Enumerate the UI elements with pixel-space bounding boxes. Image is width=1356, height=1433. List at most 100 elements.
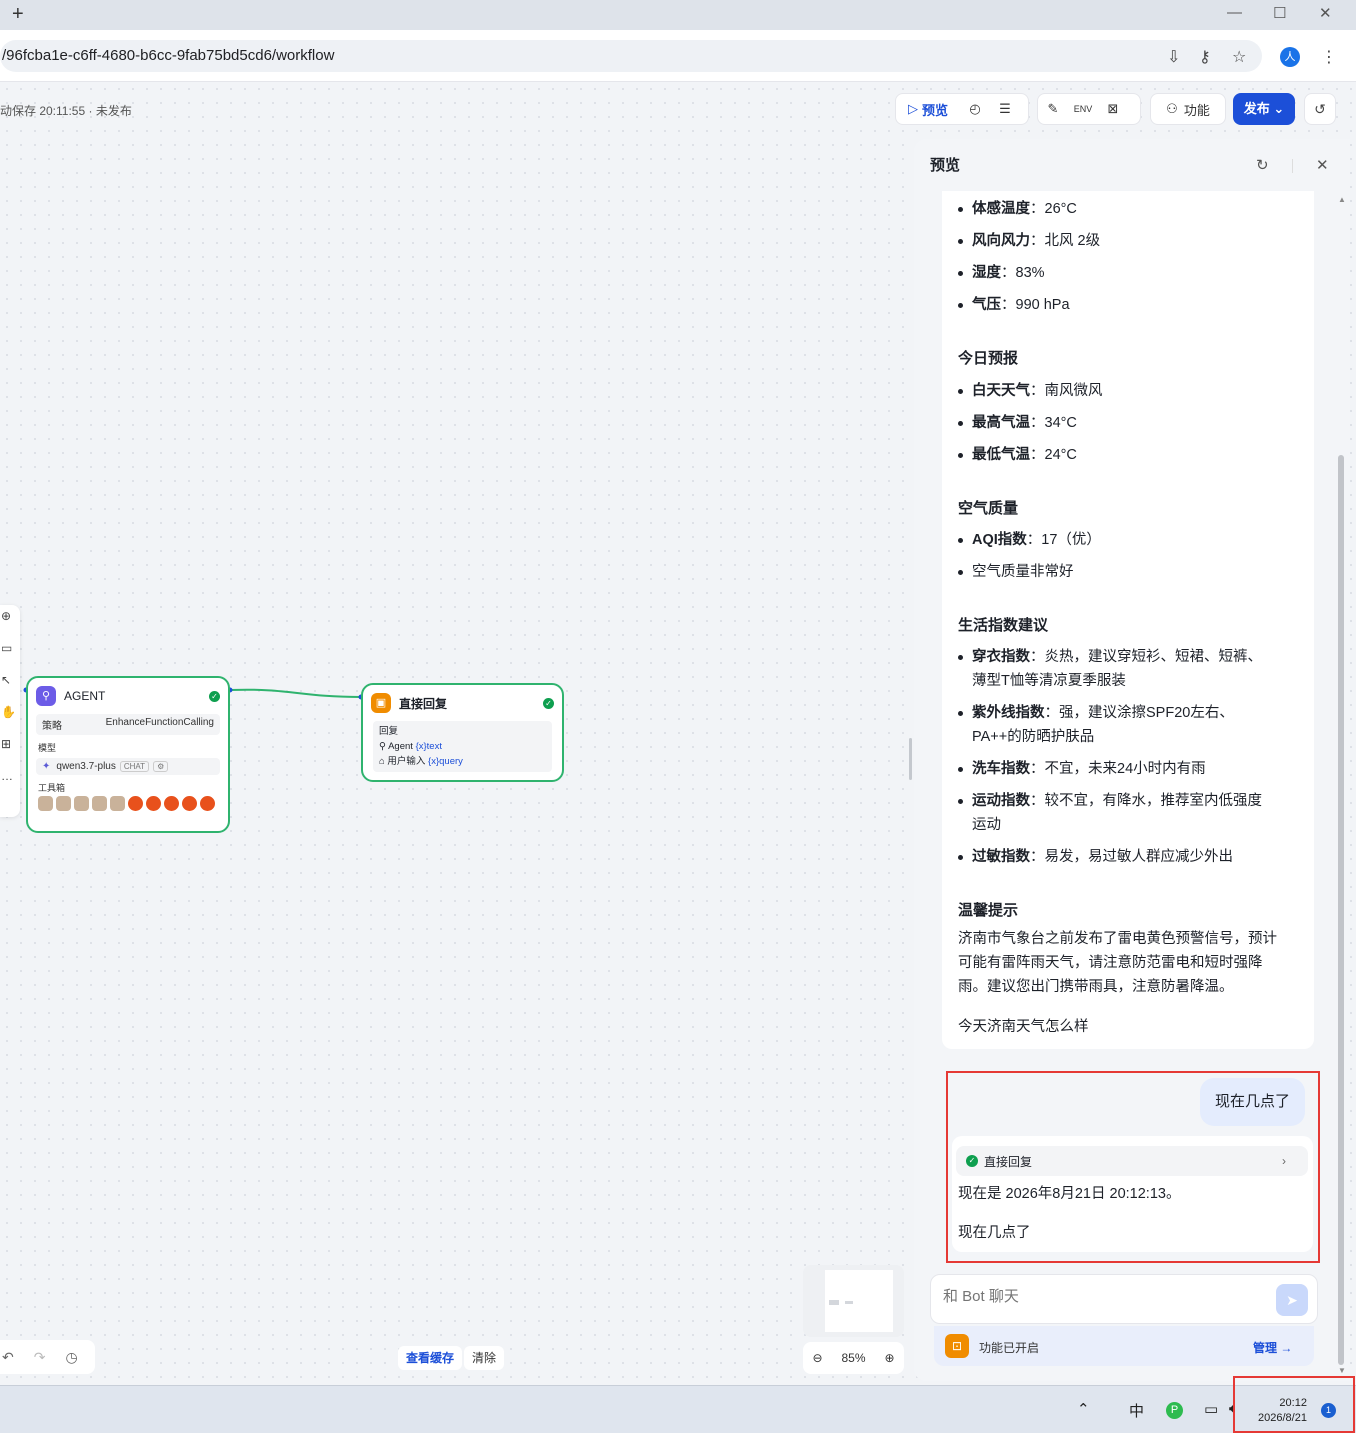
chat-input[interactable] [943, 1288, 1263, 1305]
address-bar: /96fcba1e-c6ff-4680-b6cc-9fab75bd5cd6/wo… [0, 30, 1356, 82]
edit-note-icon[interactable]: ✎ [1038, 94, 1068, 124]
send-icon[interactable]: ➤ [1276, 1284, 1308, 1316]
toolbox-icons [38, 796, 218, 811]
model-value: qwen3.7-plus [56, 761, 116, 772]
play-icon: ▷ [907, 101, 918, 116]
close-icon[interactable]: ✕ [1316, 156, 1329, 174]
maximize-icon[interactable]: ☐ [1273, 4, 1286, 22]
run-history-icon[interactable]: ◴ [960, 94, 990, 124]
network-icon[interactable]: ▭ [1204, 1400, 1218, 1418]
success-check-icon: ✓ [209, 690, 220, 702]
clock-highlight-box [1233, 1376, 1355, 1433]
preview-toolgroup: ▷ 预览 ◴ ☰ [895, 93, 1029, 125]
preview-panel-header: 预览 ↻ ✕ [914, 139, 1350, 191]
undo-redo-controls: ↶ ↷ ◷ [0, 1340, 95, 1374]
strategy-value: EnhanceFunctionCalling [105, 717, 214, 728]
agent-model-row: ✦ qwen3.7-plus CHAT ⚙ [36, 758, 220, 775]
list-item: 体感温度：26°C [958, 197, 1077, 221]
reply-line-agent: ⚲ Agent {x}text [379, 739, 546, 754]
bookmark-star-icon[interactable]: ☆ [1232, 47, 1246, 67]
agent-node[interactable]: ⚲ AGENT ✓ 策略 EnhanceFunctionCalling 模型 ✦… [26, 676, 230, 833]
hand-icon[interactable]: ✋ [0, 705, 20, 733]
success-check-icon: ✓ [543, 697, 554, 709]
home-small-icon: ⌂ [379, 756, 385, 767]
url-field[interactable]: /96fcba1e-c6ff-4680-b6cc-9fab75bd5cd6/wo… [0, 40, 1262, 72]
list-item: 最高气温：34°C [958, 411, 1077, 435]
air-quality-heading: 空气质量 [958, 500, 1019, 517]
add-note-icon[interactable]: ▭ [0, 641, 20, 669]
reply-line-variable: {x}query [428, 756, 463, 767]
list-item: 运动指数：较不宜，有降水，推荐室内低强度 运动 [958, 789, 1262, 837]
tool-icon [38, 796, 53, 811]
tip-line: 济南市气象台之前发布了雷电黄色预警信号，预计 [958, 931, 1277, 947]
feature-enabled-label: 功能已开启 [979, 1341, 1040, 1355]
version-history-icon[interactable]: ↺ [1304, 93, 1336, 125]
feature-status-bar: ⊡ 功能已开启 管理 → [934, 1326, 1314, 1366]
key-icon[interactable]: ⚷ [1199, 47, 1211, 67]
minimap[interactable] [803, 1265, 904, 1337]
clear-button[interactable]: 清除 [464, 1346, 505, 1370]
feature-button[interactable]: ⚇ 功能 [1151, 94, 1225, 124]
bot-message-card: 体感温度：26°C 风向风力：北风 2级 湿度：83% 气压：990 hPa 今… [942, 191, 1314, 1049]
publish-button[interactable]: 发布 ⌄ [1233, 93, 1295, 125]
env-icon[interactable]: ENV [1068, 94, 1098, 124]
pointer-icon[interactable]: ↖ [0, 673, 20, 701]
new-tab-button[interactable]: + [12, 3, 24, 26]
browser-tab-bar: + — ☐ ✕ [0, 0, 1356, 30]
ime-indicator[interactable]: 中 [1129, 1400, 1144, 1421]
undo-icon[interactable]: ↶ [2, 1349, 14, 1366]
browser-menu-icon[interactable]: ⋮ [1321, 47, 1337, 67]
life-index-heading: 生活指数建议 [958, 617, 1049, 634]
minimize-icon[interactable]: — [1227, 4, 1242, 21]
panel-resize-handle[interactable] [909, 738, 912, 780]
profile-avatar[interactable]: 人 [1280, 47, 1300, 67]
app-tray-icon[interactable]: P [1166, 1402, 1183, 1419]
list-item: 洗车指数：不宜，未来24小时内有雨 [958, 757, 1206, 781]
organize-icon[interactable]: ⊞ [0, 737, 20, 765]
feature-toolgroup: ⚇ 功能 [1150, 93, 1226, 125]
reply-node-title: 直接回复 [399, 696, 448, 711]
variable-icon[interactable]: ⊠ [1098, 94, 1128, 124]
add-node-icon[interactable]: ⊕ [0, 609, 20, 637]
tool-icon [56, 796, 71, 811]
scroll-down-arrow[interactable]: ▼ [1338, 1366, 1346, 1375]
list-item: 紫外线指数：强，建议涂擦SPF20左右、 PA++的防晒护肤品 [958, 701, 1234, 749]
tip-paragraph: 济南市气象台之前发布了雷电黄色预警信号，预计 可能有雷阵雨天气，请注意防范雷电和… [958, 927, 1298, 999]
model-type-chip: CHAT [119, 761, 150, 772]
highlight-box [946, 1071, 1320, 1263]
history-icon[interactable]: ◷ [65, 1349, 77, 1366]
zoom-in-icon[interactable]: ⊕ [884, 1351, 894, 1365]
zoom-out-icon[interactable]: ⊖ [812, 1351, 822, 1365]
publish-button-label: 发布 [1243, 101, 1270, 116]
view-cache-button[interactable]: 查看缓存 [398, 1346, 463, 1370]
time-tool-icon [200, 796, 215, 811]
minimap-node [829, 1300, 839, 1305]
reply-icon: ▣ [371, 693, 391, 713]
previous-query: 今天济南天气怎么样 [958, 1019, 1089, 1035]
model-settings-icon: ⚙ [153, 761, 169, 772]
feature-button-label: 功能 [1183, 102, 1210, 118]
list-item: 气压：990 hPa [958, 293, 1070, 317]
preview-button[interactable]: ▷ 预览 [896, 94, 960, 124]
scroll-up-arrow[interactable]: ▲ [1338, 195, 1346, 204]
agent-node-title: AGENT [64, 689, 106, 703]
env-toolgroup: ✎ ENV ⊠ [1037, 93, 1141, 125]
time-tool-icon [128, 796, 143, 811]
time-tool-icon [164, 796, 179, 811]
preview-scrollbar[interactable] [1338, 455, 1344, 1365]
restart-icon[interactable]: ↻ [1256, 156, 1269, 174]
redo-icon[interactable]: ↷ [34, 1349, 46, 1366]
reply-content-box: 回复 ⚲ Agent {x}text ⌂ 用户输入 {x}query [373, 721, 552, 772]
install-app-icon[interactable]: ⇩ [1167, 47, 1180, 67]
list-item: 白天天气：南风微风 [958, 379, 1103, 403]
list-item: 空气质量非常好 [958, 560, 1074, 584]
manage-link[interactable]: 管理 → [1253, 1339, 1292, 1356]
zoom-level[interactable]: 85% [841, 1351, 865, 1365]
direct-reply-node[interactable]: ▣ 直接回复 ✓ 回复 ⚲ Agent {x}text ⌂ 用户输入 {x}qu… [361, 683, 564, 782]
close-window-icon[interactable]: ✕ [1319, 4, 1332, 22]
more-icon[interactable]: … [0, 769, 20, 797]
show-hidden-icons-icon[interactable]: ⌃ [1077, 1400, 1090, 1418]
zoom-control: ⊖ 85% ⊕ [803, 1342, 904, 1374]
checklist-icon[interactable]: ☰ [990, 94, 1020, 124]
list-item: 湿度：83% [958, 261, 1045, 285]
